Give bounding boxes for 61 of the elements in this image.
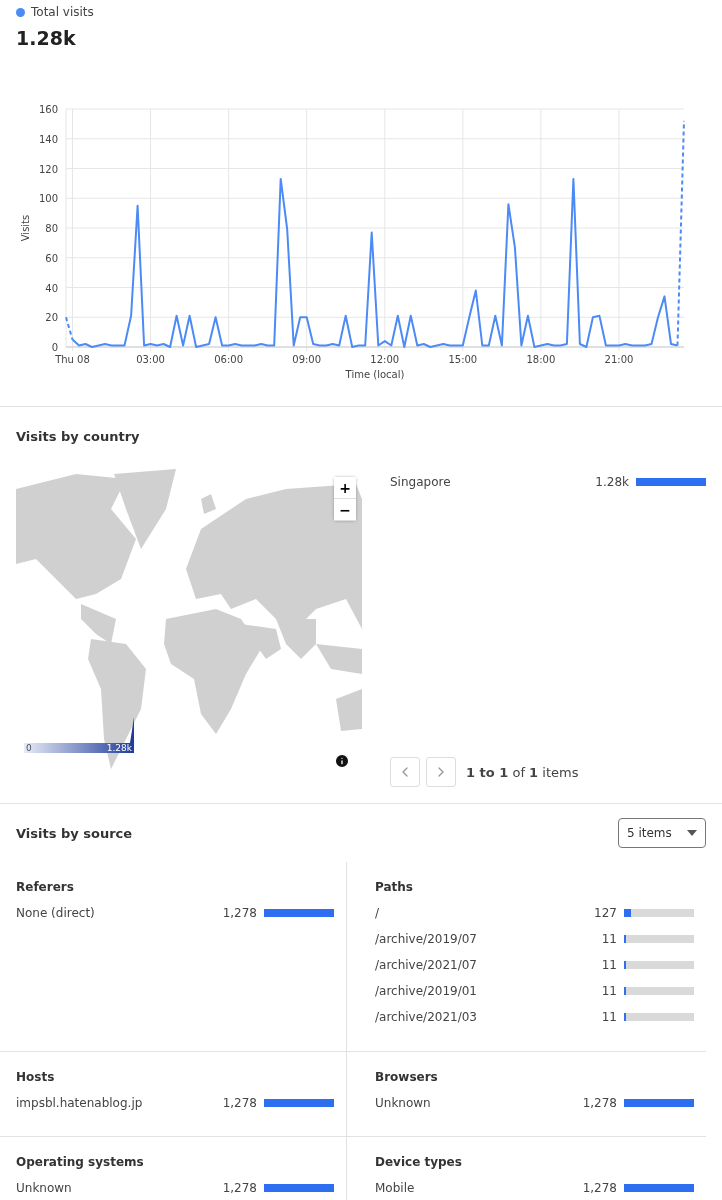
tick-label: 100	[38, 193, 58, 205]
group-title: Browsers	[375, 1070, 439, 1084]
tick-label: 12:00	[370, 354, 400, 365]
tick-label: 40	[45, 282, 58, 294]
scale-label: 0	[26, 743, 32, 753]
visit-count: 1,278	[222, 1181, 257, 1195]
group-title: Hosts	[16, 1070, 56, 1084]
row-label: /archive/2021/07	[375, 958, 478, 972]
previous-page-button[interactable]	[390, 757, 420, 787]
tick-label: Thu 08	[55, 354, 90, 365]
country-name: Singapore	[390, 475, 452, 489]
row-label: /archive/2019/01	[375, 984, 478, 998]
tick-label: 160	[38, 104, 58, 115]
tick-label: 15:00	[448, 354, 478, 365]
section-title: Visits by country	[16, 428, 140, 444]
row-label: Unknown	[16, 1181, 73, 1195]
row-label: /archive/2019/07	[375, 932, 478, 946]
visit-count: 11	[601, 932, 617, 946]
tick-label: 21:00	[604, 354, 634, 365]
tick-label: 03:00	[136, 354, 165, 365]
tick-label: 0	[51, 342, 58, 353]
row-label: Mobile	[375, 1181, 416, 1195]
axis-title: Visits	[20, 214, 31, 242]
total-value: 1.28k	[16, 27, 77, 49]
group-title: Device types	[375, 1155, 463, 1169]
tick-label: 09:00	[292, 354, 322, 365]
visit-count: 11	[601, 984, 617, 998]
group-title: Referers	[16, 880, 75, 894]
items-dropdown[interactable]: 5 items	[618, 818, 706, 848]
row-label: /	[375, 906, 381, 920]
tick-label: 80	[45, 223, 58, 234]
row-label: None (direct)	[16, 906, 96, 920]
tick-label: 60	[45, 252, 58, 264]
visit-count: 1,278	[582, 1181, 617, 1195]
visit-count: 1,278	[222, 1096, 257, 1110]
legend-label: Total visits	[31, 5, 94, 19]
axis-title: Time (local)	[345, 369, 405, 380]
visit-count: 11	[601, 958, 617, 972]
row-label: impsbl.hatenablog.jp	[16, 1096, 144, 1110]
pagination-summary: 1 to 1 of 1 items	[466, 764, 579, 780]
group-title: Operating systems	[16, 1155, 145, 1169]
tick-label: 18:00	[526, 354, 556, 365]
visit-count: 1.28k	[595, 475, 629, 489]
row-label: Unknown	[375, 1096, 432, 1110]
visit-count: 1,278	[582, 1096, 617, 1110]
section-title: Visits by source	[16, 825, 133, 841]
caret-icon	[687, 830, 697, 836]
info-icon[interactable]	[334, 753, 350, 769]
visit-count: 11	[601, 1010, 617, 1024]
tick-label: 06:00	[214, 354, 244, 365]
tick-label: 140	[38, 133, 58, 145]
tick-label: 120	[38, 163, 58, 175]
visit-count: 127	[594, 906, 617, 920]
scale-label: 1.28k	[106, 743, 132, 753]
zoom-out-button[interactable]: −	[334, 499, 356, 521]
visit-count: 1,278	[222, 906, 257, 920]
next-page-button[interactable]	[426, 757, 456, 787]
row-label: /archive/2021/03	[375, 1010, 478, 1024]
zoom-in-button[interactable]: +	[334, 477, 356, 499]
group-title: Paths	[375, 880, 414, 894]
tick-label: 20	[45, 312, 58, 324]
